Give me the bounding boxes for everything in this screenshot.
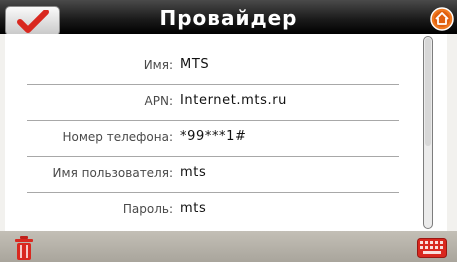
apn-value[interactable]: Internet.mts.ru xyxy=(180,93,287,108)
scrollbar-thumb[interactable] xyxy=(425,38,431,146)
bottom-toolbar xyxy=(0,231,457,262)
trash-icon xyxy=(15,236,33,260)
provider-form: Имя: MTS APN: Internet.mts.ru Номер теле… xyxy=(5,34,447,231)
phone-value[interactable]: *99***1# xyxy=(180,129,247,144)
field-row-apn[interactable]: APN: Internet.mts.ru xyxy=(5,84,417,121)
scrollbar[interactable] xyxy=(423,36,433,229)
delete-button[interactable] xyxy=(14,235,34,261)
field-row-password[interactable]: Пароль: mts xyxy=(5,192,417,228)
name-label: Имя: xyxy=(143,58,173,72)
keyboard-button[interactable] xyxy=(417,238,447,258)
username-label: Имя пользователя: xyxy=(52,166,173,180)
home-button[interactable] xyxy=(430,7,454,31)
keyboard-icon xyxy=(417,238,447,258)
field-row-name[interactable]: Имя: MTS xyxy=(5,48,417,85)
apn-label: APN: xyxy=(144,94,173,108)
title-bar: Провайдер xyxy=(0,0,457,36)
phone-label: Номер телефона: xyxy=(62,130,173,144)
username-value[interactable]: mts xyxy=(180,165,206,180)
page-title: Провайдер xyxy=(159,6,298,30)
password-value[interactable]: mts xyxy=(180,201,206,216)
password-label: Пароль: xyxy=(122,202,173,216)
field-row-phone[interactable]: Номер телефона: *99***1# xyxy=(5,120,417,157)
home-icon xyxy=(430,7,454,31)
name-value[interactable]: MTS xyxy=(180,57,209,72)
field-row-username[interactable]: Имя пользователя: mts xyxy=(5,156,417,193)
